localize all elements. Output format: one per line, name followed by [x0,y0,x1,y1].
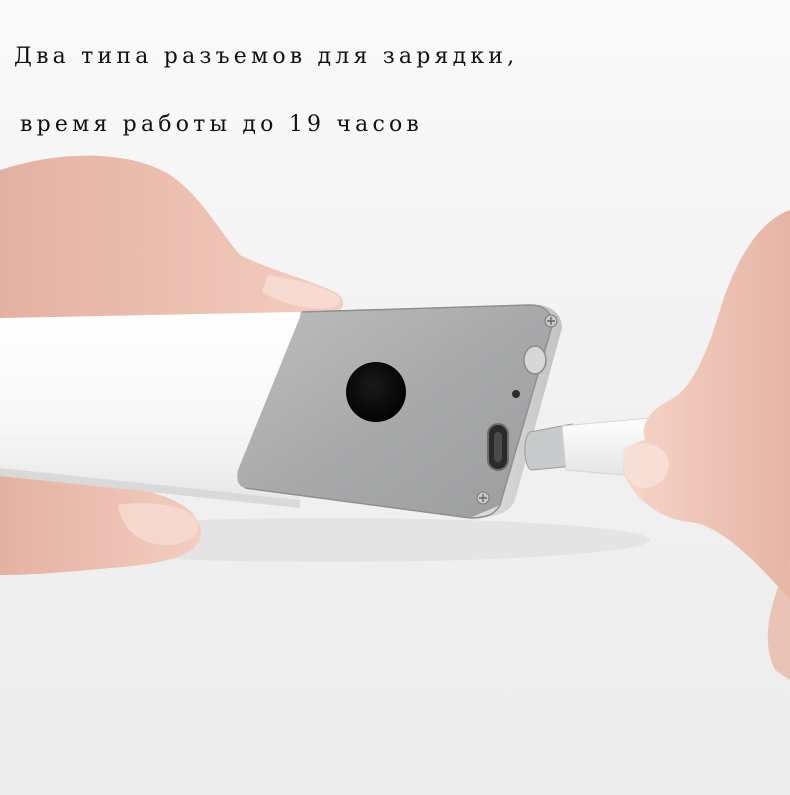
usb-c-port-inner [494,432,502,462]
caption-line-1: Два типа разъемов для зарядки, [14,44,519,69]
indicator-led [512,390,520,398]
top-screw [544,314,558,328]
bottom-screw [476,491,490,505]
motion-sensor [346,362,406,422]
power-button [523,345,547,375]
caption-line-2: время работы до 19 часов [20,112,424,137]
